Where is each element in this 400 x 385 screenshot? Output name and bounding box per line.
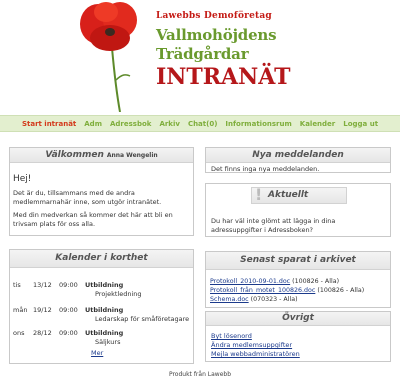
calendar-event-desc: Projektledning	[95, 290, 142, 298]
archive-file-link[interactable]: Protokoll_2010-09-01.doc	[210, 278, 290, 285]
nav-chat[interactable]: Chat(0)	[188, 120, 217, 128]
archive-file-link[interactable]: Protokoll_från_motet_100826.doc	[210, 287, 315, 294]
messages-panel-header: Nya meddelanden	[206, 148, 390, 163]
archive-file-info: (100826 - Alla)	[317, 287, 365, 294]
main-nav: Start intranät Adm Adressbok Arkiv Chat(…	[0, 115, 400, 132]
logo-title-line1: Vallmohöjdens	[156, 26, 277, 44]
aktuellt-text: Du har väl inte glömt att lägga in dina …	[211, 217, 336, 234]
calendar-time: 09:00	[59, 329, 78, 337]
nav-kalender[interactable]: Kalender	[300, 120, 336, 128]
archive-panel-header: Senast sparat i arkivet	[206, 252, 390, 270]
welcome-greeting: Hej!	[13, 174, 32, 184]
archive-row: Schema.doc (070323 - Alla)	[210, 296, 390, 303]
calendar-event: Utbildning	[85, 281, 124, 289]
logo-company-name: Lawebbs Demoföretag	[156, 11, 272, 21]
exclamation-icon: !	[255, 185, 263, 204]
calendar-day: tis	[13, 281, 21, 289]
welcome-paragraph-2: Med din medverkan så kommer det här att …	[13, 211, 173, 228]
nav-adressbok[interactable]: Adressbok	[110, 120, 151, 128]
calendar-date: 28/12	[33, 329, 52, 337]
aktuellt-header: ! Aktuellt	[251, 185, 347, 204]
archive-panel: Senast sparat i arkivet Protokoll_2010-0…	[205, 251, 391, 308]
edit-member-info-link[interactable]: Ändra medlemsuppgifter	[211, 341, 292, 349]
email-webadmin-link[interactable]: Mejla webbadministratören	[211, 350, 300, 358]
calendar-day: mån	[13, 306, 28, 314]
messages-panel: Nya meddelanden Det finns inga nya medde…	[205, 147, 391, 173]
aktuellt-panel: ! Aktuellt Du har väl inte glömt att läg…	[205, 183, 391, 237]
welcome-panel: Välkommen Anna Wengelin Hej! Det är du, t…	[9, 147, 194, 236]
other-panel-header: Övrigt	[206, 312, 390, 326]
archive-row: Protokoll_2010-09-01.doc (100826 - Alla)	[210, 278, 390, 285]
welcome-panel-header: Välkommen Anna Wengelin	[10, 148, 193, 163]
other-panel: Övrigt Byt lösenord Ändra medlemsuppgift…	[205, 311, 391, 362]
calendar-panel-header: Kalender i korthet	[10, 250, 193, 268]
nav-informationsrum[interactable]: Informationsrum	[225, 120, 291, 128]
site-header: Lawebbs Demoföretag Vallmohöjdens Trädgå…	[0, 0, 400, 112]
calendar-more-link[interactable]: Mer	[91, 349, 103, 357]
logo-intranet: INTRANÄT	[156, 64, 291, 90]
calendar-time: 09:00	[59, 306, 78, 314]
calendar-panel: Kalender i korthet tis 13/12 09:00 Utbil…	[9, 249, 194, 364]
welcome-user-name: Anna Wengelin	[106, 152, 158, 159]
nav-arkiv[interactable]: Arkiv	[159, 120, 180, 128]
archive-file-link[interactable]: Schema.doc	[210, 296, 249, 303]
welcome-title: Välkommen	[45, 150, 104, 160]
calendar-event: Utbildning	[85, 329, 124, 337]
calendar-time: 09:00	[59, 281, 78, 289]
nav-adm[interactable]: Adm	[84, 120, 102, 128]
calendar-event-desc: Säljkurs	[95, 338, 121, 346]
calendar-event: Utbildning	[85, 306, 124, 314]
calendar-date: 19/12	[33, 306, 52, 314]
calendar-date: 13/12	[33, 281, 52, 289]
archive-file-info: (070323 - Alla)	[250, 296, 298, 303]
messages-text: Det finns inga nya meddelanden.	[211, 165, 320, 173]
footer: Produkt från Lawebb	[168, 371, 232, 378]
aktuellt-title: Aktuellt	[268, 190, 309, 200]
logo-title-line2: Trädgårdar	[156, 45, 249, 63]
archive-row: Protokoll_från_motet_100826.doc (100826 …	[210, 287, 390, 294]
change-password-link[interactable]: Byt lösenord	[211, 332, 252, 340]
calendar-day: ons	[13, 329, 25, 337]
poppy-flower-icon	[80, 2, 137, 112]
calendar-event-desc: Ledarskap för småföretagare	[95, 315, 190, 323]
welcome-paragraph-1: Det är du, tillsammans med de andra medl…	[13, 189, 162, 206]
nav-logga-ut[interactable]: Logga ut	[343, 120, 378, 128]
archive-file-info: (100826 - Alla)	[292, 278, 340, 285]
nav-start-intranat[interactable]: Start intranät	[22, 120, 76, 128]
